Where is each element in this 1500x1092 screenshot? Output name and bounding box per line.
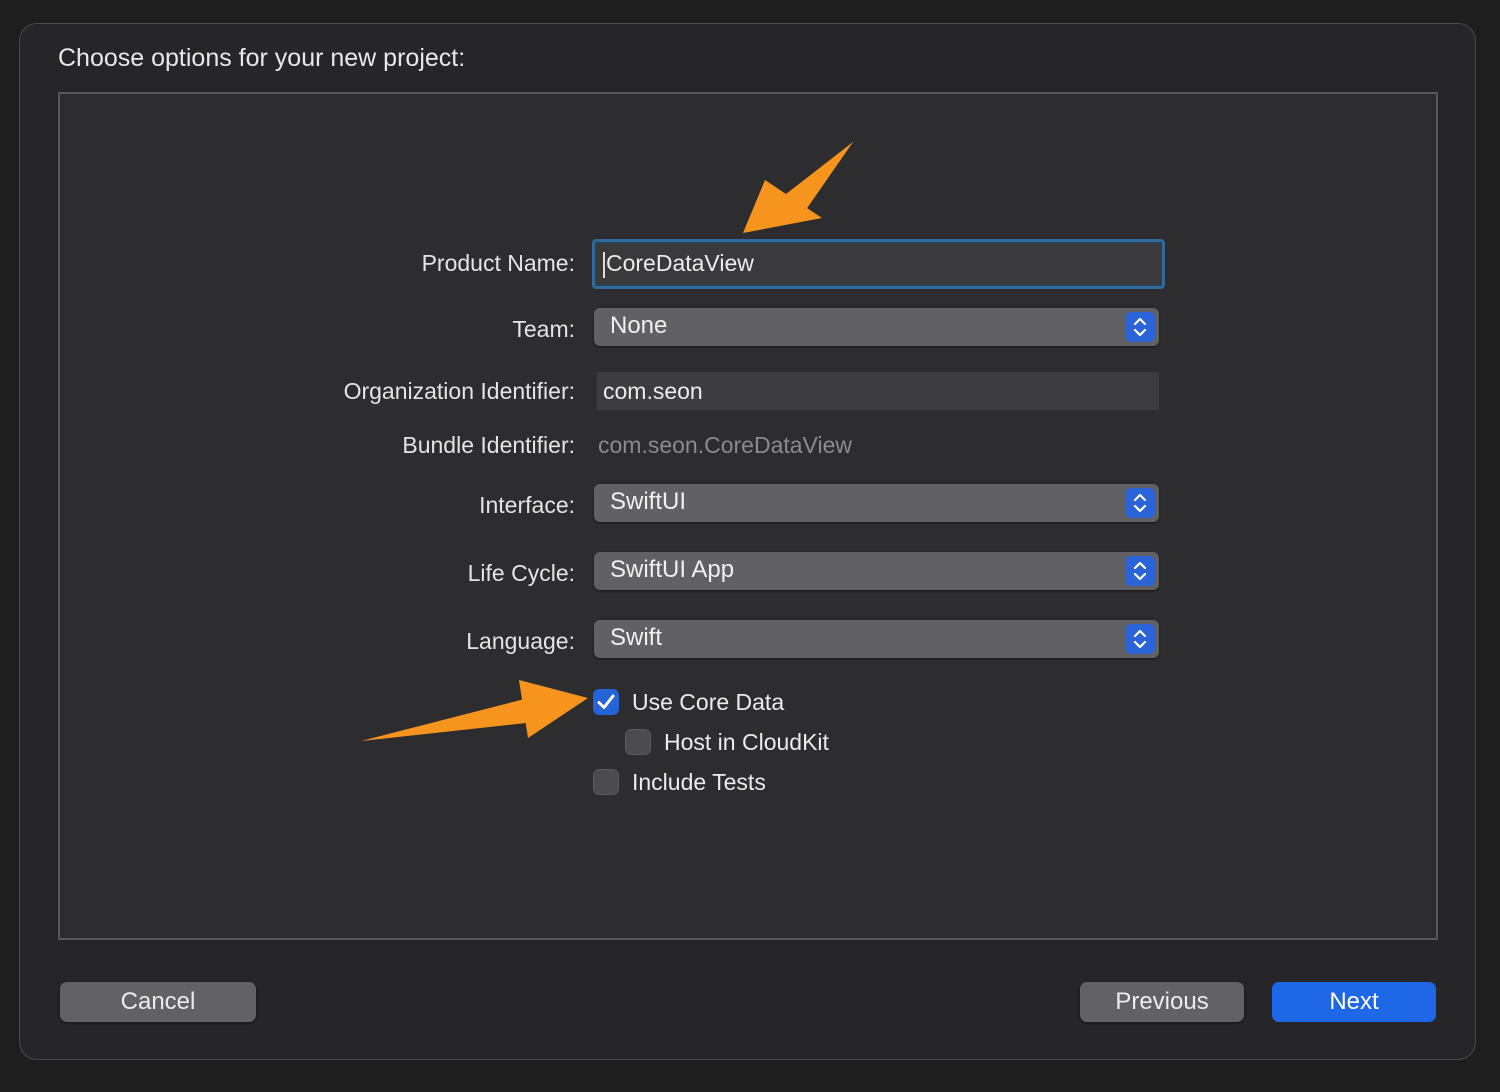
- use-core-data-checkbox[interactable]: [593, 689, 619, 715]
- next-button[interactable]: Next: [1272, 982, 1436, 1022]
- team-popup[interactable]: None: [594, 308, 1159, 346]
- bundle-identifier-value: com.seon.CoreDataView: [598, 432, 852, 458]
- chevron-up-down-icon: [1125, 488, 1155, 518]
- text-caret: [603, 251, 605, 278]
- interface-value: SwiftUI: [610, 488, 687, 515]
- bundle-identifier-label: Bundle Identifier:: [402, 432, 575, 458]
- team-label: Team:: [512, 316, 575, 342]
- previous-button[interactable]: Previous: [1080, 982, 1244, 1022]
- chevron-up-down-icon: [1125, 312, 1155, 342]
- product-name-label: Product Name:: [421, 250, 575, 276]
- interface-label: Interface:: [479, 492, 575, 518]
- product-name-value: CoreDataView: [606, 250, 754, 276]
- dialog-title: Choose options for your new project:: [58, 44, 466, 72]
- interface-popup[interactable]: SwiftUI: [594, 484, 1159, 522]
- include-tests-label[interactable]: Include Tests: [632, 769, 766, 796]
- language-label: Language:: [466, 628, 575, 654]
- life-cycle-label: Life Cycle:: [467, 560, 575, 586]
- host-in-cloudkit-label[interactable]: Host in CloudKit: [664, 729, 829, 756]
- use-core-data-label[interactable]: Use Core Data: [632, 689, 784, 716]
- cancel-button[interactable]: Cancel: [60, 982, 256, 1022]
- language-value: Swift: [610, 624, 663, 651]
- product-name-field[interactable]: CoreDataView: [592, 239, 1165, 289]
- life-cycle-popup[interactable]: SwiftUI App: [594, 552, 1159, 590]
- chevron-up-down-icon: [1125, 556, 1155, 586]
- checkmark-icon: [597, 694, 615, 709]
- organization-identifier-label: Organization Identifier:: [343, 378, 575, 404]
- chevron-up-down-icon: [1125, 624, 1155, 654]
- team-value: None: [610, 312, 668, 339]
- host-in-cloudkit-checkbox[interactable]: [625, 729, 651, 755]
- language-popup[interactable]: Swift: [594, 620, 1159, 658]
- organization-identifier-field[interactable]: com.seon: [597, 372, 1159, 410]
- organization-identifier-value: com.seon: [603, 378, 703, 404]
- include-tests-checkbox[interactable]: [593, 769, 619, 795]
- life-cycle-value: SwiftUI App: [610, 556, 735, 583]
